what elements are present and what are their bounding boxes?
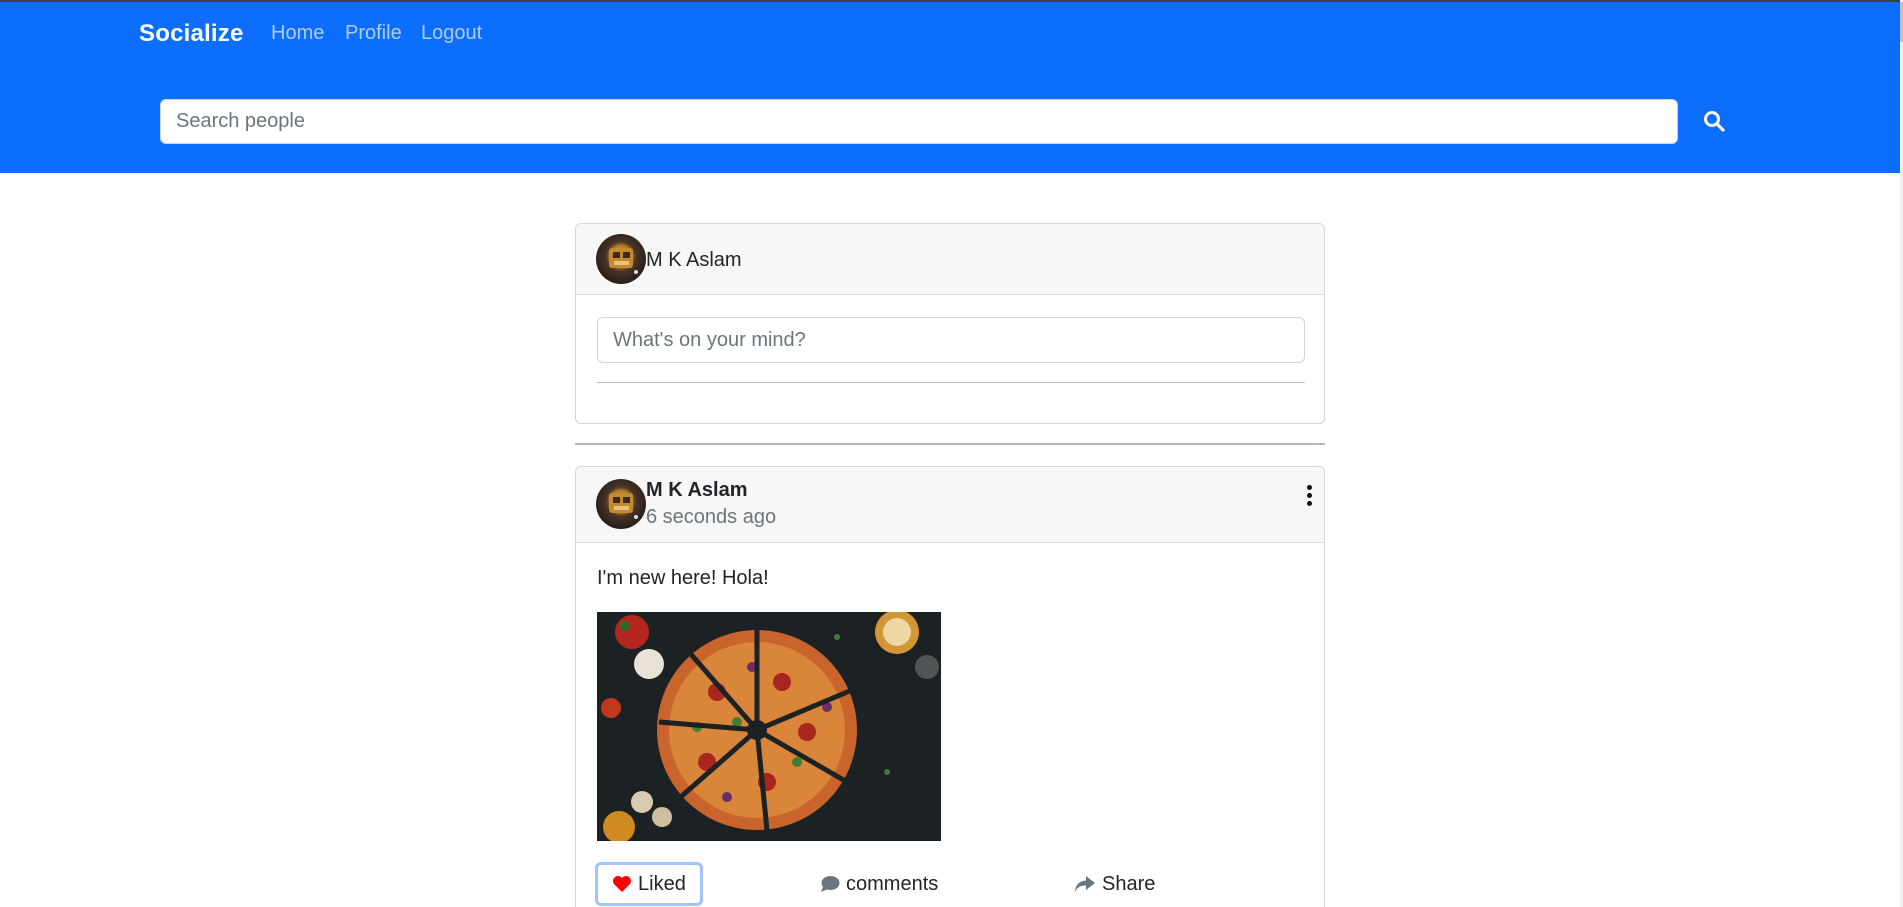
composer-card: M K Aslam <box>575 223 1325 424</box>
brand-logo[interactable]: Socialize <box>139 20 244 48</box>
post-body-text: I'm new here! Hola! <box>597 567 769 589</box>
post-card: M K Aslam 6 seconds ago I'm new here! Ho… <box>575 466 1325 907</box>
post-image[interactable] <box>597 612 941 841</box>
share-button[interactable]: Share <box>1074 862 1155 906</box>
post-header: M K Aslam 6 seconds ago <box>576 467 1324 543</box>
pizza-image <box>597 612 941 841</box>
nav-profile-link[interactable]: Profile <box>345 22 402 45</box>
search-box <box>160 99 1678 144</box>
search-input[interactable] <box>161 100 1677 143</box>
top-navbar: Socialize Home Profile Logout <box>0 2 1900 173</box>
like-label: Liked <box>638 872 686 895</box>
post-text-input[interactable] <box>597 317 1305 363</box>
comment-icon <box>821 876 840 892</box>
post-author-name[interactable]: M K Aslam <box>646 479 748 502</box>
post-timestamp: 6 seconds ago <box>646 506 777 528</box>
heart-icon <box>613 876 631 892</box>
kebab-menu-icon[interactable] <box>1302 485 1316 509</box>
composer-header: M K Aslam <box>576 224 1324 295</box>
user-avatar[interactable] <box>596 234 646 284</box>
share-label: Share <box>1102 872 1156 895</box>
post-author-avatar[interactable] <box>596 479 646 529</box>
search-icon <box>1704 111 1725 132</box>
composer-user-name: M K Aslam <box>646 249 742 271</box>
search-button[interactable] <box>1700 106 1728 136</box>
composer-divider <box>597 382 1305 383</box>
comments-button[interactable]: comments <box>820 862 938 906</box>
nav-home-link[interactable]: Home <box>271 22 324 45</box>
feed-divider <box>575 443 1325 445</box>
comments-label: comments <box>846 872 939 895</box>
share-icon <box>1075 876 1095 892</box>
nav-logout-link[interactable]: Logout <box>421 22 482 45</box>
like-button[interactable]: Liked <box>595 862 703 906</box>
